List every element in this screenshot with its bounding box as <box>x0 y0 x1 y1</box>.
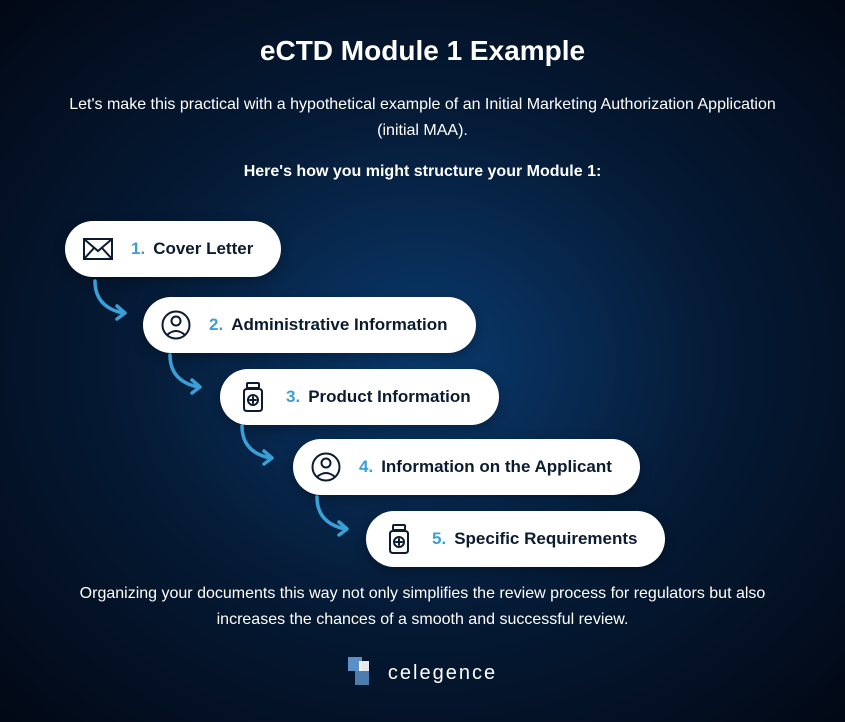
step-pill-5: 5. Specific Requirements <box>366 511 665 567</box>
envelope-icon <box>83 234 113 264</box>
step-number: 2. <box>209 315 223 335</box>
step-pill-1: 1. Cover Letter <box>65 221 281 277</box>
step-pill-2: 2. Administrative Information <box>143 297 476 353</box>
person-icon <box>311 452 341 482</box>
arrow-icon <box>85 277 135 322</box>
step-pill-3: 3. Product Information <box>220 369 499 425</box>
brand-name: celegence <box>388 662 497 685</box>
step-number: 4. <box>359 457 373 477</box>
steps-diagram: 1. Cover Letter 2. Administrative Inform… <box>50 211 795 581</box>
arrow-icon <box>232 422 282 467</box>
step-label: Specific Requirements <box>454 529 637 549</box>
arrow-icon <box>307 493 357 538</box>
step-label: Information on the Applicant <box>381 457 612 477</box>
step-number: 1. <box>131 239 145 259</box>
subtitle: Here's how you might structure your Modu… <box>244 163 602 181</box>
jar-icon <box>238 382 268 412</box>
jar-icon <box>384 524 414 554</box>
logo-mark-icon <box>348 657 376 690</box>
step-number: 5. <box>432 529 446 549</box>
page-title: eCTD Module 1 Example <box>260 35 585 67</box>
arrow-icon <box>160 351 210 396</box>
footer-text: Organizing your documents this way not o… <box>53 581 793 632</box>
person-icon <box>161 310 191 340</box>
brand-logo: celegence <box>348 657 497 690</box>
step-label: Administrative Information <box>231 315 447 335</box>
intro-text: Let's make this practical with a hypothe… <box>50 92 795 143</box>
step-pill-4: 4. Information on the Applicant <box>293 439 640 495</box>
step-label: Cover Letter <box>153 239 253 259</box>
step-label: Product Information <box>308 387 470 407</box>
step-number: 3. <box>286 387 300 407</box>
